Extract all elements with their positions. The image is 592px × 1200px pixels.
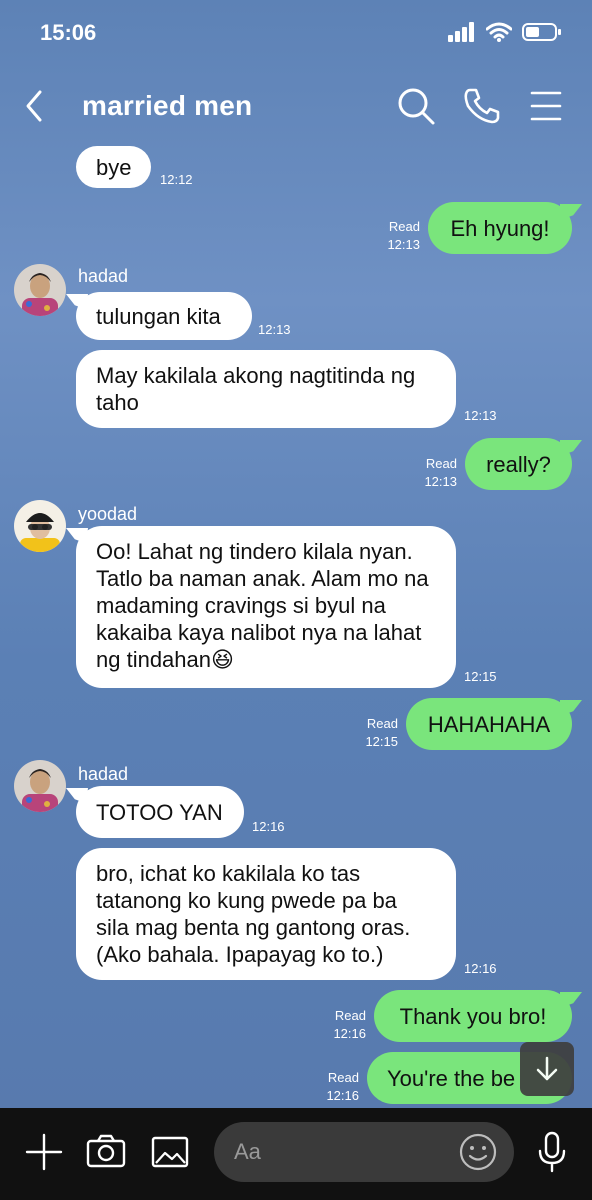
message-bubble[interactable]: Eh hyung! — [428, 202, 572, 254]
emoji-button[interactable] — [458, 1132, 498, 1177]
message-bubble[interactable]: Oo! Lahat ng tindero kilala nyan. Tatlo … — [76, 526, 456, 688]
message-input-box[interactable] — [214, 1122, 514, 1182]
wifi-icon — [486, 22, 512, 42]
read-receipt: Read — [366, 716, 398, 731]
message-time: 12:15 — [464, 669, 497, 684]
chat-title: married men — [82, 90, 253, 121]
sender-name: hadad — [78, 764, 129, 784]
emoji-icon — [459, 1133, 497, 1171]
microphone-button[interactable] — [530, 1130, 574, 1174]
read-receipt: Read — [334, 1008, 366, 1023]
status-bar: 15:06 — [0, 0, 592, 70]
message-text: really? — [486, 451, 551, 477]
avatar-hadad-image — [14, 264, 66, 316]
plus-button[interactable] — [22, 1130, 66, 1174]
message-bubble[interactable]: tulungan kita — [76, 292, 252, 340]
status-icons — [448, 22, 562, 42]
plus-icon — [25, 1133, 63, 1171]
avatar[interactable] — [14, 760, 66, 812]
search-icon — [398, 88, 435, 125]
message-bubble[interactable]: bye — [76, 146, 152, 188]
scroll-to-bottom-button[interactable] — [520, 1042, 574, 1096]
status-time: 15:06 — [40, 20, 97, 45]
message-time: 12:16 — [252, 819, 285, 834]
message-bubble[interactable]: May kakilala akong nagtitinda ng taho — [76, 350, 456, 428]
message-text: HAHAHAHA — [427, 711, 551, 737]
message-text: Eh hyung! — [450, 215, 550, 241]
message-time: 12:13 — [258, 322, 291, 337]
gallery-button[interactable] — [148, 1130, 192, 1174]
message-bubble[interactable]: HAHAHAHA — [406, 698, 572, 750]
message-input[interactable] — [234, 1139, 434, 1165]
message-time: 12:15 — [365, 734, 398, 749]
microphone-icon — [538, 1131, 566, 1173]
message-bubble[interactable]: really? — [465, 438, 572, 490]
camera-button[interactable] — [84, 1130, 128, 1174]
message-bubble[interactable]: Thank you bro! — [374, 990, 572, 1042]
sender-name: hadad — [78, 266, 129, 286]
read-receipt: Read — [425, 456, 457, 471]
read-receipt: Read — [388, 219, 420, 234]
composer-bar — [0, 1108, 592, 1200]
phone-icon — [464, 88, 500, 124]
avatar-hadad-image — [14, 760, 66, 812]
message-time: 12:13 — [387, 237, 420, 252]
arrow-down-icon — [536, 1056, 558, 1081]
battery-icon — [522, 23, 561, 41]
message-time: 12:16 — [464, 961, 497, 976]
menu-button[interactable] — [524, 84, 568, 128]
message-text: May kakilala akong nagtitinda ng taho — [96, 363, 416, 415]
back-button[interactable] — [18, 86, 52, 126]
chat-header: married men — [0, 70, 592, 140]
message-list[interactable]: bye 12:12 Read 12:13 Eh hyung! hadad tul… — [0, 140, 592, 1108]
message-text: TOTOO YAN — [96, 799, 223, 825]
message-time: 12:16 — [333, 1026, 366, 1041]
back-icon — [26, 90, 42, 122]
camera-icon — [86, 1134, 126, 1168]
message-time: 12:13 — [464, 408, 497, 423]
avatar[interactable] — [14, 500, 66, 552]
message-text: You're the be — [387, 1065, 516, 1091]
message-time: 12:13 — [424, 474, 457, 489]
message-text: bye — [96, 154, 132, 180]
message-time: 12:12 — [160, 172, 193, 187]
message-time: 12:16 — [326, 1088, 359, 1103]
avatar[interactable] — [14, 264, 66, 316]
message-bubble[interactable]: TOTOO YAN — [76, 786, 244, 838]
message-bubble[interactable]: bro, ichat ko kakilala ko tas tatanong k… — [76, 848, 456, 980]
image-icon — [151, 1136, 189, 1168]
message-text: bro, ichat ko kakilala ko tas tatanong k… — [96, 861, 411, 967]
message-text: tulungan kita — [96, 303, 221, 329]
message-text: Oo! Lahat ng tindero kilala nyan. Tatlo … — [96, 539, 429, 672]
message-text: Thank you bro! — [399, 1003, 547, 1029]
read-receipt: Read — [327, 1070, 359, 1085]
avatar-yoodad-image — [14, 500, 66, 552]
menu-icon — [530, 91, 562, 121]
call-button[interactable] — [460, 84, 504, 128]
signal-icon — [448, 22, 474, 42]
search-button[interactable] — [394, 84, 438, 128]
sender-name: yoodad — [78, 504, 138, 524]
